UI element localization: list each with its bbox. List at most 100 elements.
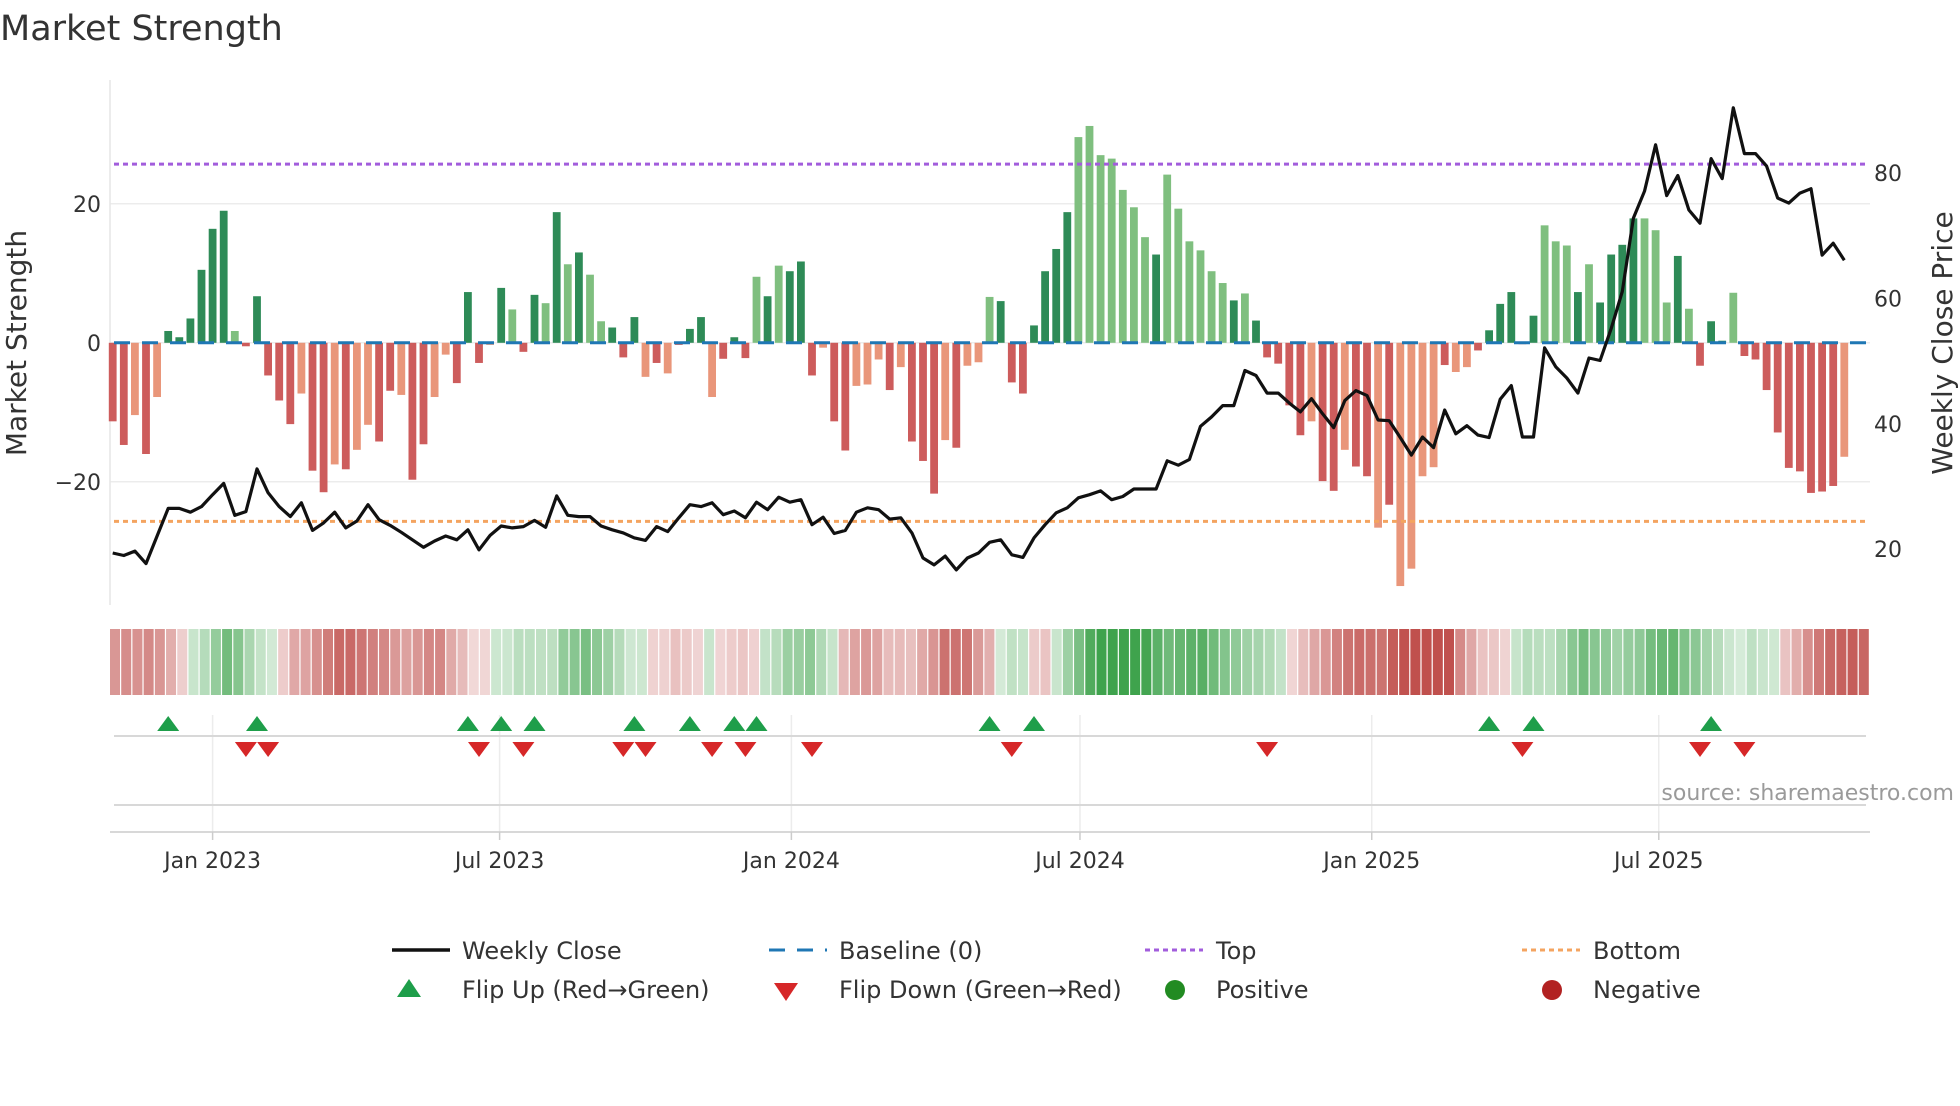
strip-cell (1343, 629, 1353, 695)
strip-cell (715, 629, 725, 695)
left-axis-ticks: 200−20 (55, 193, 101, 496)
strip-cell (1220, 629, 1230, 695)
strip-cell (1814, 629, 1824, 695)
strength-bar (875, 343, 883, 360)
strength-bar (1774, 343, 1782, 433)
strength-bar (786, 271, 794, 343)
strip-cell (1209, 629, 1219, 695)
strip-cell (1253, 629, 1263, 695)
strength-bar (1263, 343, 1271, 358)
strength-bar (1452, 343, 1460, 372)
strength-bar (353, 343, 361, 450)
flip-down-marker (701, 742, 723, 757)
strip-cell (861, 629, 871, 695)
strength-bar (386, 343, 394, 391)
strip-cell (1623, 629, 1633, 695)
strip-cell (1534, 629, 1544, 695)
strength-bar (897, 343, 905, 367)
strip-cell (1500, 629, 1510, 695)
strip-cell (962, 629, 972, 695)
strength-bar (253, 296, 261, 343)
strip-cell (1668, 629, 1678, 695)
strip-cell (637, 629, 647, 695)
strength-heat-strip (110, 629, 1869, 695)
strength-bar (830, 343, 838, 422)
strength-bar (1685, 309, 1693, 343)
flip-up-marker (246, 716, 268, 731)
strip-cell (928, 629, 938, 695)
strip-cell (648, 629, 658, 695)
triangle-down-icon (774, 983, 798, 1001)
strip-cell (1556, 629, 1566, 695)
flip-down-marker (734, 742, 756, 757)
green-dot-icon (1165, 980, 1185, 1000)
strip-cell (1758, 629, 1768, 695)
strip-cell (502, 629, 512, 695)
strip-cell (1713, 629, 1723, 695)
strip-cell (872, 629, 882, 695)
strength-bar (1496, 304, 1504, 343)
strip-cell (1399, 629, 1409, 695)
strength-bar (1163, 175, 1171, 343)
strip-cell (906, 629, 916, 695)
strength-bar (431, 343, 439, 397)
strength-bar (375, 343, 383, 442)
strength-bar (264, 343, 272, 376)
weekly-close-line (113, 108, 1845, 570)
legend-item-negative[interactable]: Negative (1542, 976, 1701, 1004)
strip-cell (1803, 629, 1813, 695)
x-tick-label: Jul 2023 (453, 849, 545, 874)
strip-cell (1545, 629, 1555, 695)
strength-bar (808, 343, 816, 376)
strength-bar (1352, 343, 1360, 467)
flip-down-marker (512, 742, 534, 757)
strip-cell (1601, 629, 1611, 695)
strength-bar (409, 343, 417, 480)
strip-cell (1825, 629, 1835, 695)
strip-cell (245, 629, 255, 695)
strip-cell (1478, 629, 1488, 695)
strip-cell (1836, 629, 1846, 695)
strength-bar (1230, 300, 1238, 342)
legend-item-baseline[interactable]: Baseline (0) (769, 937, 982, 965)
strength-bar (1474, 343, 1482, 351)
strength-bar (919, 343, 927, 461)
strip-cell (401, 629, 411, 695)
strength-bar (841, 343, 849, 451)
strength-bar (1297, 343, 1305, 435)
strip-cell (491, 629, 501, 695)
legend-item-weekly-close[interactable]: Weekly Close (392, 937, 622, 965)
strip-cell (233, 629, 243, 695)
strength-bar (1075, 137, 1083, 343)
legend-item-positive[interactable]: Positive (1165, 976, 1309, 1004)
y2-tick-label: 20 (1874, 538, 1902, 563)
x-tick-label: Jan 2024 (741, 849, 840, 874)
legend-item-bottom[interactable]: Bottom (1522, 937, 1681, 965)
strength-bar (631, 317, 639, 343)
strength-bar (231, 331, 239, 343)
strength-bar (908, 343, 916, 442)
legend-item-top[interactable]: Top (1145, 937, 1257, 965)
strip-cell (132, 629, 142, 695)
strip-cell (749, 629, 759, 695)
strip-cell (1511, 629, 1521, 695)
strip-cell (581, 629, 591, 695)
strength-bar (1729, 293, 1737, 343)
strip-cell (996, 629, 1006, 695)
strength-bar (1796, 343, 1804, 472)
strip-cell (357, 629, 367, 695)
strength-bar (1008, 343, 1016, 383)
strength-bar (1641, 218, 1649, 342)
strength-bar (1840, 343, 1848, 457)
flip-up-marker (1523, 716, 1545, 731)
strip-cell (514, 629, 524, 695)
strip-cell (1769, 629, 1779, 695)
legend-item-flip-up[interactable]: Flip Up (Red→Green) (397, 976, 710, 1004)
strip-cell (626, 629, 636, 695)
strength-bar (542, 303, 550, 343)
strength-bar (975, 343, 983, 362)
strip-cell (1085, 629, 1095, 695)
strip-cell (424, 629, 434, 695)
strip-cell (1747, 629, 1757, 695)
legend-item-flip-down[interactable]: Flip Down (Green→Red) (774, 976, 1122, 1004)
